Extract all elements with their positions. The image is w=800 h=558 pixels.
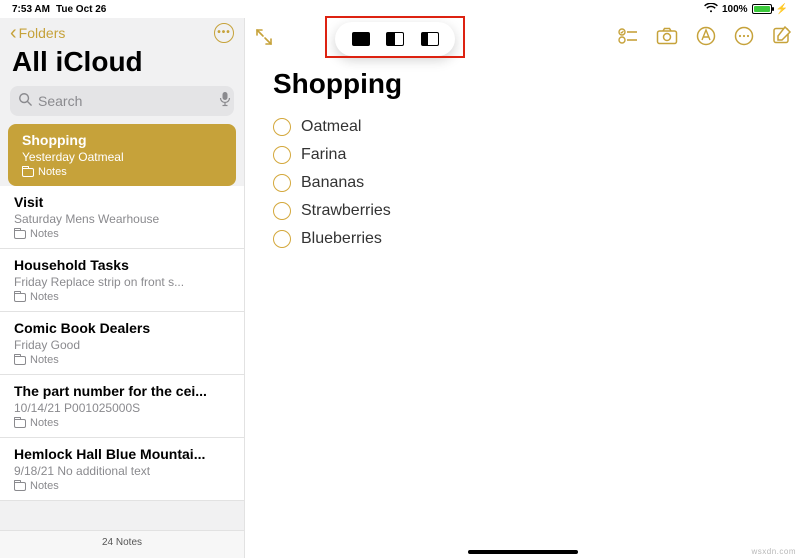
note-heading: Shopping: [273, 68, 772, 100]
expand-icon[interactable]: [255, 28, 273, 46]
note-folder-label: Notes: [30, 228, 59, 240]
check-item-label: Strawberries: [301, 202, 391, 220]
battery-icon: [752, 4, 772, 14]
search-field[interactable]: [10, 86, 234, 116]
status-right: 100% ⚡: [704, 3, 788, 16]
note-sub: Friday Replace strip on front s...: [14, 275, 232, 289]
folder-icon: [14, 419, 26, 428]
ellipsis-icon: •••: [217, 27, 231, 38]
home-indicator[interactable]: [468, 550, 578, 554]
status-date: Tue Oct 26: [56, 4, 106, 15]
note-sub: Saturday Mens Wearhouse: [14, 212, 232, 226]
note-sub: Friday Good: [14, 338, 232, 352]
status-left: 7:53 AM Tue Oct 26: [12, 4, 106, 15]
layout-slideover-option[interactable]: [421, 32, 439, 46]
toolbar-actions: [618, 26, 792, 46]
note-sub: 10/14/21 P001025000S: [14, 401, 232, 415]
status-bar: 7:53 AM Tue Oct 26 100% ⚡: [0, 0, 800, 18]
note-card-selected[interactable]: Shopping Yesterday Oatmeal Notes: [8, 124, 236, 186]
check-item-label: Bananas: [301, 174, 364, 192]
compose-icon[interactable]: [772, 26, 792, 46]
battery-percent: 100%: [722, 4, 748, 15]
check-item[interactable]: Blueberries: [273, 230, 772, 248]
note-card[interactable]: Hemlock Hall Blue Mountai... 9/18/21 No …: [0, 438, 244, 501]
check-circle-icon[interactable]: [273, 174, 291, 192]
note-folder-label: Notes: [30, 417, 59, 429]
note-title: Shopping: [22, 132, 224, 148]
folder-icon: [14, 356, 26, 365]
more-icon[interactable]: [734, 26, 754, 46]
check-circle-icon[interactable]: [273, 230, 291, 248]
sidebar: ‹ Folders ••• All iCloud Shopping Yester…: [0, 18, 245, 558]
multitask-pill: [335, 22, 455, 56]
check-circle-icon[interactable]: [273, 146, 291, 164]
search-icon: [18, 92, 32, 111]
note-folder-label: Notes: [38, 166, 67, 178]
check-item-label: Farina: [301, 146, 346, 164]
note-folder-row: Notes: [14, 291, 232, 303]
check-item-label: Blueberries: [301, 230, 382, 248]
more-button[interactable]: •••: [214, 23, 234, 43]
layout-splitview-option[interactable]: [386, 32, 404, 46]
note-folder-row: Notes: [22, 166, 224, 178]
status-time: 7:53 AM: [12, 4, 50, 15]
note-folder-row: Notes: [14, 480, 232, 492]
markup-icon[interactable]: [696, 26, 716, 46]
watermark: wsxdn.com: [751, 547, 796, 556]
back-label: Folders: [19, 25, 66, 41]
sidebar-footer: 24 Notes: [0, 530, 244, 558]
note-card[interactable]: The part number for the cei... 10/14/21 …: [0, 375, 244, 438]
charging-icon: ⚡: [776, 4, 788, 15]
camera-icon[interactable]: [656, 27, 678, 45]
note-title: Household Tasks: [14, 257, 232, 273]
check-item[interactable]: Bananas: [273, 174, 772, 192]
layout-fullscreen-option[interactable]: [352, 32, 370, 46]
note-title: Visit: [14, 194, 232, 210]
wifi-icon: [704, 3, 718, 16]
sidebar-title: All iCloud: [0, 44, 244, 86]
checklist-icon[interactable]: [618, 27, 638, 45]
check-item[interactable]: Strawberries: [273, 202, 772, 220]
chevron-left-icon: ‹: [10, 26, 17, 40]
note-card[interactable]: Visit Saturday Mens Wearhouse Notes: [0, 186, 244, 249]
folder-icon: [22, 168, 34, 177]
note-title: Comic Book Dealers: [14, 320, 232, 336]
note-card[interactable]: Household Tasks Friday Replace strip on …: [0, 249, 244, 312]
folder-icon: [14, 482, 26, 491]
folder-icon: [14, 230, 26, 239]
note-folder-label: Notes: [30, 291, 59, 303]
note-sub: 9/18/21 No additional text: [14, 464, 232, 478]
note-folder-row: Notes: [14, 417, 232, 429]
check-circle-icon[interactable]: [273, 202, 291, 220]
content-pane: Shopping Oatmeal Farina Bananas Strawber…: [245, 18, 800, 558]
note-folder-label: Notes: [30, 354, 59, 366]
note-sub: Yesterday Oatmeal: [22, 150, 224, 164]
folder-icon: [14, 293, 26, 302]
note-folder-label: Notes: [30, 480, 59, 492]
note-folder-row: Notes: [14, 354, 232, 366]
note-folder-row: Notes: [14, 228, 232, 240]
search-input[interactable]: [38, 93, 219, 109]
check-item[interactable]: Farina: [273, 146, 772, 164]
back-button[interactable]: ‹ Folders: [10, 25, 65, 41]
notes-list: Shopping Yesterday Oatmeal Notes Visit S…: [0, 124, 244, 530]
note-card[interactable]: Comic Book Dealers Friday Good Notes: [0, 312, 244, 375]
check-item-label: Oatmeal: [301, 118, 361, 136]
check-item[interactable]: Oatmeal: [273, 118, 772, 136]
note-title: Hemlock Hall Blue Mountai...: [14, 446, 232, 462]
mic-icon[interactable]: [219, 91, 231, 112]
note-title: The part number for the cei...: [14, 383, 232, 399]
check-circle-icon[interactable]: [273, 118, 291, 136]
content-toolbar: [245, 18, 800, 58]
